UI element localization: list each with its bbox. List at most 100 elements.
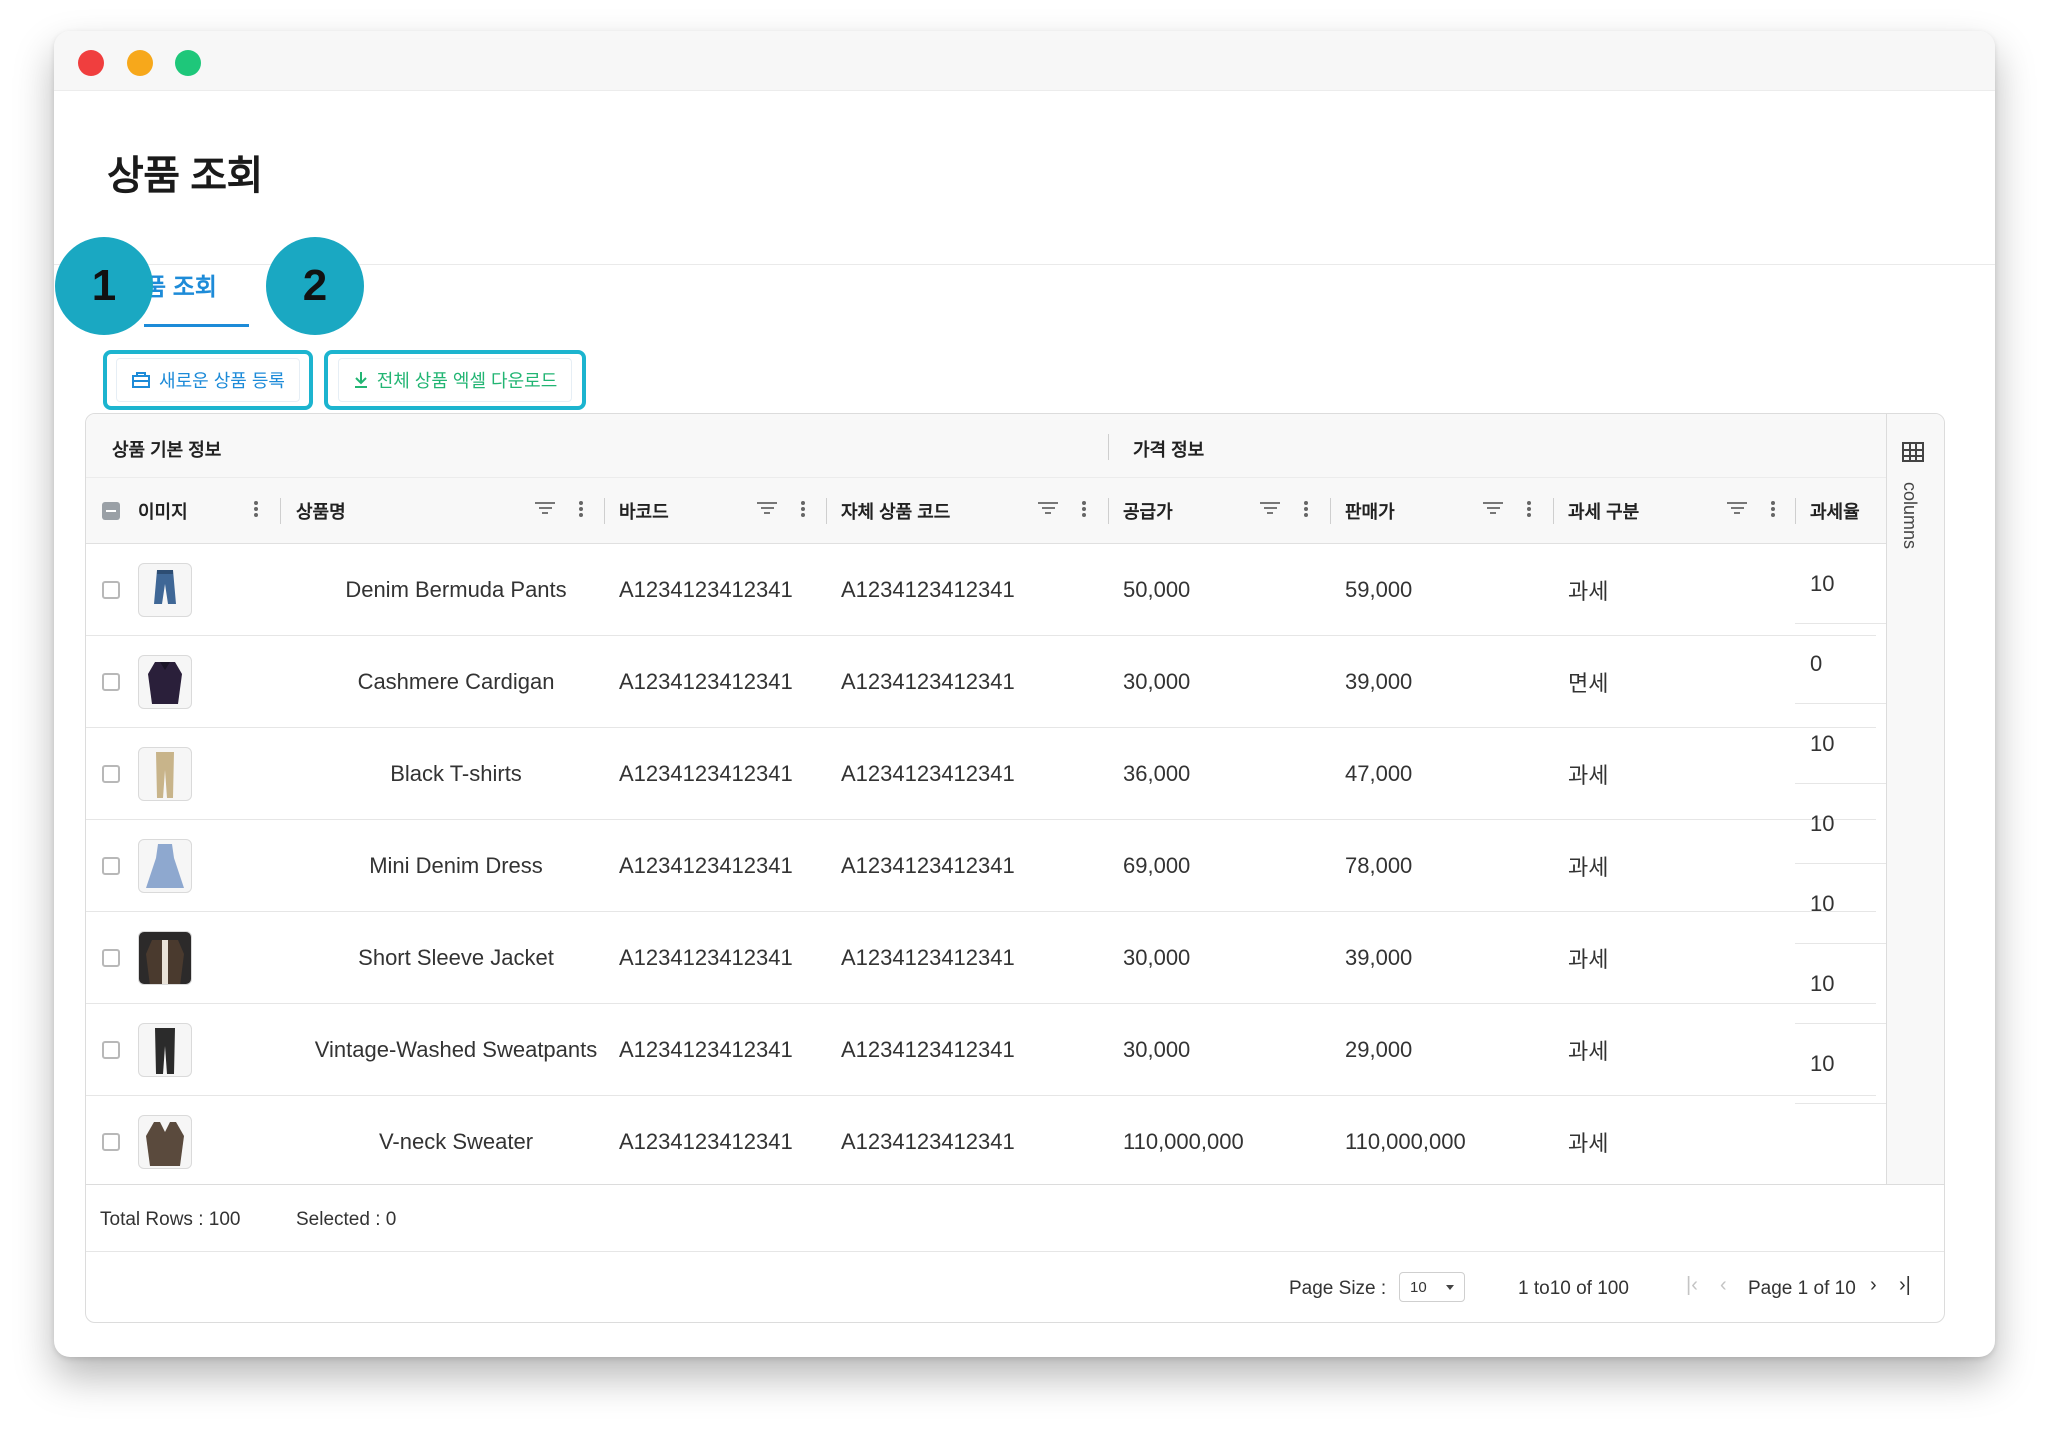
row-checkbox[interactable]: [102, 1041, 120, 1059]
row-checkbox[interactable]: [102, 765, 120, 783]
row-checkbox[interactable]: [102, 1133, 120, 1151]
filter-icon[interactable]: [1260, 499, 1280, 519]
supply-price: 50,000: [1123, 577, 1191, 602]
row-checkbox[interactable]: [102, 673, 120, 691]
minimize-window-button[interactable]: [127, 50, 153, 76]
caret-down-icon: [1446, 1285, 1454, 1290]
tab-active-indicator: [144, 324, 249, 327]
own-code: A1234123412341: [841, 1037, 1015, 1062]
columns-panel-label[interactable]: columns: [1899, 482, 1920, 549]
tax-rate: 10: [1795, 944, 1886, 1024]
page-size-select[interactable]: 10: [1399, 1272, 1465, 1302]
own-code: A1234123412341: [841, 577, 1015, 602]
barcode: A1234123412341: [619, 945, 793, 970]
app-window: 상품 조회 품 조회 새로운 상품 등록 전체 상품 엑셀 다운로드 1 2 상…: [54, 31, 1995, 1357]
supply-price: 110,000,000: [1123, 1129, 1244, 1154]
column-header-tax-rate[interactable]: 과세율: [1810, 478, 1860, 544]
group-price-info: 가격 정보: [1133, 440, 1205, 460]
table-row[interactable]: Cashmere Cardigan A1234123412341 A123412…: [86, 636, 1876, 728]
table-row[interactable]: Short Sleeve Jacket A1234123412341 A1234…: [86, 912, 1876, 1004]
new-product-button[interactable]: 새로운 상품 등록: [103, 350, 313, 410]
column-resizer[interactable]: [1795, 498, 1796, 524]
page-title: 상품 조회: [107, 154, 263, 198]
tax-type: 과세: [1568, 763, 1609, 788]
filter-icon[interactable]: [757, 499, 777, 519]
selected-count-label: Selected : 0: [296, 1209, 397, 1230]
next-page-icon[interactable]: ›: [1870, 1274, 1877, 1297]
column-header-image[interactable]: 이미지: [138, 478, 188, 544]
sale-price: 29,000: [1345, 1037, 1413, 1062]
column-menu-icon[interactable]: [253, 499, 259, 519]
column-menu-icon[interactable]: [1526, 499, 1532, 519]
row-checkbox[interactable]: [102, 949, 120, 967]
column-resizer[interactable]: [1108, 498, 1109, 524]
prev-page-icon[interactable]: ‹: [1720, 1274, 1727, 1297]
first-page-icon[interactable]: |‹: [1686, 1274, 1698, 1297]
select-all-checkbox[interactable]: [102, 502, 120, 520]
download-all-excel-button[interactable]: 전체 상품 엑셀 다운로드: [324, 350, 586, 410]
table-row[interactable]: Denim Bermuda Pants A1234123412341 A1234…: [86, 544, 1876, 636]
barcode: A1234123412341: [619, 853, 793, 878]
grid-icon[interactable]: [1902, 442, 1924, 462]
total-rows-label: Total Rows : 100: [100, 1209, 241, 1230]
product-thumbnail: [138, 931, 192, 985]
column-menu-icon[interactable]: [1770, 499, 1776, 519]
table-row[interactable]: Mini Denim Dress A1234123412341 A1234123…: [86, 820, 1876, 912]
tax-type: 과세: [1568, 1039, 1609, 1064]
row-range-label: 1 to10 of 100: [1518, 1278, 1629, 1299]
filter-icon[interactable]: [1038, 499, 1058, 519]
column-header-name[interactable]: 상품명: [296, 478, 346, 544]
barcode: A1234123412341: [619, 1129, 793, 1154]
column-resizer[interactable]: [604, 498, 605, 524]
column-resizer[interactable]: [280, 498, 281, 524]
row-checkbox[interactable]: [102, 581, 120, 599]
columns-side-panel[interactable]: columns: [1886, 414, 1944, 1184]
row-checkbox[interactable]: [102, 857, 120, 875]
column-header-barcode[interactable]: 바코드: [619, 478, 669, 544]
filter-icon[interactable]: [1483, 499, 1503, 519]
product-name: V-neck Sweater: [378, 1129, 534, 1154]
product-name: Black T-shirts: [390, 761, 522, 786]
maximize-window-button[interactable]: [175, 50, 201, 76]
column-resizer[interactable]: [826, 498, 827, 524]
group-header-row: 상품 기본 정보 가격 정보: [86, 414, 1886, 478]
column-header-sale-price[interactable]: 판매가: [1345, 478, 1395, 544]
tab-product-search[interactable]: 품 조회: [144, 267, 217, 302]
column-header-supply-price[interactable]: 공급가: [1123, 478, 1173, 544]
close-window-button[interactable]: [78, 50, 104, 76]
last-page-icon[interactable]: ›|: [1899, 1274, 1911, 1297]
tax-type: 과세: [1568, 1131, 1609, 1156]
table-row[interactable]: Black T-shirts A1234123412341 A123412341…: [86, 728, 1876, 820]
column-header-tax-type[interactable]: 과세 구분: [1568, 478, 1639, 544]
own-code: A1234123412341: [841, 1129, 1015, 1154]
column-header-own-code[interactable]: 자체 상품 코드: [841, 478, 950, 544]
column-menu-icon[interactable]: [1081, 499, 1087, 519]
pagination-bar: Page Size : 10 1 to10 of 100 |‹ ‹ Page 1…: [86, 1252, 1944, 1322]
supply-price: 36,000: [1123, 761, 1191, 786]
column-resizer[interactable]: [1330, 498, 1331, 524]
column-menu-icon[interactable]: [1303, 499, 1309, 519]
column-menu-icon[interactable]: [800, 499, 806, 519]
tax-rate: 0: [1795, 624, 1886, 704]
barcode: A1234123412341: [619, 577, 793, 602]
box-icon: [132, 372, 151, 388]
product-thumbnail: [138, 1115, 192, 1169]
product-thumbnail: [138, 655, 192, 709]
download-all-label: 전체 상품 엑셀 다운로드: [376, 371, 558, 391]
page-size-label: Page Size :: [1289, 1278, 1387, 1299]
filter-icon[interactable]: [535, 499, 555, 519]
column-header-row: 이미지 상품명 바코드 자체 상품 코드 공급가 판매가 과세 구분 과세율: [86, 478, 1886, 544]
download-icon: [354, 372, 367, 388]
product-name: Vintage-Washed Sweatpants: [314, 1037, 598, 1062]
supply-price: 30,000: [1123, 1037, 1191, 1062]
table-row[interactable]: V-neck Sweater A1234123412341 A123412341…: [86, 1096, 1876, 1188]
column-menu-icon[interactable]: [578, 499, 584, 519]
filter-icon[interactable]: [1727, 499, 1747, 519]
supply-price: 30,000: [1123, 669, 1191, 694]
own-code: A1234123412341: [841, 945, 1015, 970]
tax-rate: 10: [1795, 864, 1886, 944]
column-resizer[interactable]: [1553, 498, 1554, 524]
sale-price: 59,000: [1345, 577, 1413, 602]
table-row[interactable]: Vintage-Washed Sweatpants A1234123412341…: [86, 1004, 1876, 1096]
tax-type: 과세: [1568, 579, 1609, 604]
